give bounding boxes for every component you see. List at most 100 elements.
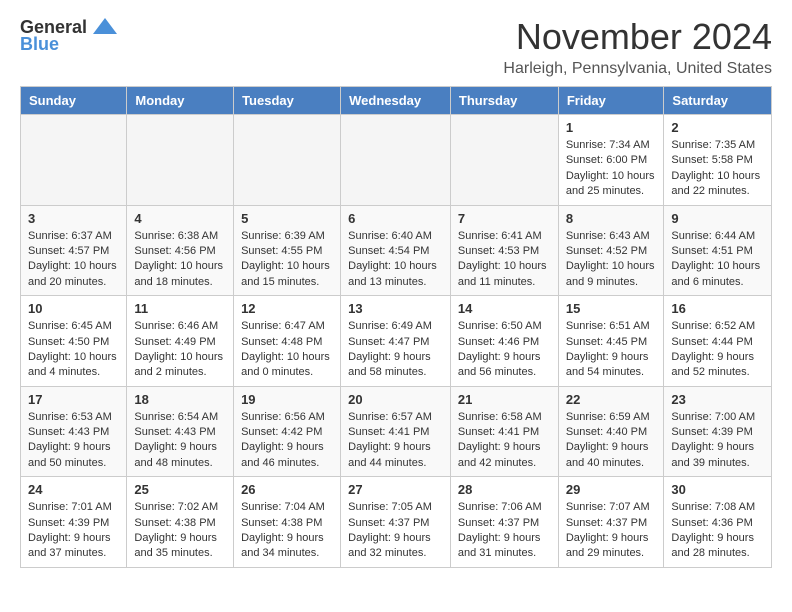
calendar-cell: 13 Sunrise: 6:49 AM Sunset: 4:47 PM Dayli… [341, 296, 451, 387]
day-number: 23 [671, 392, 764, 407]
calendar-cell: 16 Sunrise: 6:52 AM Sunset: 4:44 PM Dayli… [664, 296, 772, 387]
day-info: Sunrise: 6:45 AM Sunset: 4:50 PM Dayligh… [28, 319, 119, 381]
logo-icon [91, 16, 119, 38]
calendar-cell: 3 Sunrise: 6:37 AM Sunset: 4:57 PM Daylig… [21, 205, 127, 296]
weekday-header: Monday [127, 87, 234, 115]
calendar-cell [450, 115, 558, 206]
calendar-week: 17 Sunrise: 6:53 AM Sunset: 4:43 PM Dayli… [21, 386, 772, 477]
day-number: 17 [28, 392, 119, 407]
day-number: 29 [566, 482, 657, 497]
calendar-cell: 25 Sunrise: 7:02 AM Sunset: 4:38 PM Dayli… [127, 477, 234, 568]
calendar-cell: 12Sunrise: 6:47 AM Sunset: 4:48 PM Dayli… [234, 296, 341, 387]
calendar-cell: 11 Sunrise: 6:46 AM Sunset: 4:49 PM Dayli… [127, 296, 234, 387]
day-number: 30 [671, 482, 764, 497]
day-info: Sunrise: 6:56 AM Sunset: 4:42 PM Dayligh… [241, 410, 333, 472]
weekday-header: Thursday [450, 87, 558, 115]
day-info: Sunrise: 7:08 AM Sunset: 4:36 PM Dayligh… [671, 500, 764, 562]
calendar-cell: 30 Sunrise: 7:08 AM Sunset: 4:36 PM Dayli… [664, 477, 772, 568]
day-info: Sunrise: 6:41 AM Sunset: 4:53 PM Dayligh… [458, 229, 551, 291]
page: General Blue November 2024 Harleigh, Pen… [0, 0, 792, 584]
calendar-week: 10 Sunrise: 6:45 AM Sunset: 4:50 PM Dayli… [21, 296, 772, 387]
calendar-cell: 1Sunrise: 7:34 AM Sunset: 6:00 PM Daylig… [558, 115, 664, 206]
day-info: Sunrise: 7:05 AM Sunset: 4:37 PM Dayligh… [348, 500, 443, 562]
calendar-cell: 18 Sunrise: 6:54 AM Sunset: 4:43 PM Dayli… [127, 386, 234, 477]
day-number: 19 [241, 392, 333, 407]
calendar-cell: 24 Sunrise: 7:01 AM Sunset: 4:39 PM Dayli… [21, 477, 127, 568]
day-number: 12 [241, 301, 333, 316]
day-number: 11 [134, 301, 226, 316]
calendar-cell [21, 115, 127, 206]
calendar-cell: 22 Sunrise: 6:59 AM Sunset: 4:40 PM Dayli… [558, 386, 664, 477]
day-number: 13 [348, 301, 443, 316]
day-number: 6 [348, 211, 443, 226]
day-info: Sunrise: 7:01 AM Sunset: 4:39 PM Dayligh… [28, 500, 119, 562]
calendar-cell: 5 Sunrise: 6:39 AM Sunset: 4:55 PM Daylig… [234, 205, 341, 296]
calendar-week: 24 Sunrise: 7:01 AM Sunset: 4:39 PM Dayli… [21, 477, 772, 568]
calendar-cell: 21 Sunrise: 6:58 AM Sunset: 4:41 PM Dayli… [450, 386, 558, 477]
month-title: November 2024 [503, 16, 772, 58]
day-number: 27 [348, 482, 443, 497]
weekday-header: Wednesday [341, 87, 451, 115]
calendar-cell [341, 115, 451, 206]
day-number: 10 [28, 301, 119, 316]
day-info: Sunrise: 6:59 AM Sunset: 4:40 PM Dayligh… [566, 410, 657, 472]
day-info: Sunrise: 6:57 AM Sunset: 4:41 PM Dayligh… [348, 410, 443, 472]
day-info: Sunrise: 7:00 AM Sunset: 4:39 PM Dayligh… [671, 410, 764, 472]
day-info: Sunrise: 6:46 AM Sunset: 4:49 PM Dayligh… [134, 319, 226, 381]
calendar-cell: 28 Sunrise: 7:06 AM Sunset: 4:37 PM Dayli… [450, 477, 558, 568]
calendar-week: 3 Sunrise: 6:37 AM Sunset: 4:57 PM Daylig… [21, 205, 772, 296]
calendar-cell: 7 Sunrise: 6:41 AM Sunset: 4:53 PM Daylig… [450, 205, 558, 296]
calendar-cell: 27 Sunrise: 7:05 AM Sunset: 4:37 PM Dayli… [341, 477, 451, 568]
day-number: 14 [458, 301, 551, 316]
day-info: Sunrise: 6:37 AM Sunset: 4:57 PM Dayligh… [28, 229, 119, 291]
day-info: Sunrise: 7:35 AM Sunset: 5:58 PM Dayligh… [671, 138, 764, 200]
day-number: 28 [458, 482, 551, 497]
day-info: Sunrise: 6:50 AM Sunset: 4:46 PM Dayligh… [458, 319, 551, 381]
day-number: 24 [28, 482, 119, 497]
day-info: Sunrise: 7:04 AM Sunset: 4:38 PM Dayligh… [241, 500, 333, 562]
day-number: 16 [671, 301, 764, 316]
day-number: 25 [134, 482, 226, 497]
calendar-cell: 17 Sunrise: 6:53 AM Sunset: 4:43 PM Dayli… [21, 386, 127, 477]
day-info: Sunrise: 6:54 AM Sunset: 4:43 PM Dayligh… [134, 410, 226, 472]
calendar-week: 1Sunrise: 7:34 AM Sunset: 6:00 PM Daylig… [21, 115, 772, 206]
logo-blue: Blue [20, 34, 59, 55]
day-number: 15 [566, 301, 657, 316]
day-info: Sunrise: 6:52 AM Sunset: 4:44 PM Dayligh… [671, 319, 764, 381]
day-number: 18 [134, 392, 226, 407]
day-info: Sunrise: 7:34 AM Sunset: 6:00 PM Dayligh… [566, 138, 657, 200]
day-info: Sunrise: 7:06 AM Sunset: 4:37 PM Dayligh… [458, 500, 551, 562]
day-number: 3 [28, 211, 119, 226]
day-number: 22 [566, 392, 657, 407]
calendar-cell: 2Sunrise: 7:35 AM Sunset: 5:58 PM Daylig… [664, 115, 772, 206]
day-info: Sunrise: 6:49 AM Sunset: 4:47 PM Dayligh… [348, 319, 443, 381]
day-info: Sunrise: 7:07 AM Sunset: 4:37 PM Dayligh… [566, 500, 657, 562]
weekday-header: Tuesday [234, 87, 341, 115]
calendar-cell: 15 Sunrise: 6:51 AM Sunset: 4:45 PM Dayli… [558, 296, 664, 387]
day-info: Sunrise: 6:43 AM Sunset: 4:52 PM Dayligh… [566, 229, 657, 291]
calendar-cell: 8Sunrise: 6:43 AM Sunset: 4:52 PM Daylig… [558, 205, 664, 296]
weekday-header: Saturday [664, 87, 772, 115]
day-info: Sunrise: 6:53 AM Sunset: 4:43 PM Dayligh… [28, 410, 119, 472]
day-info: Sunrise: 6:44 AM Sunset: 4:51 PM Dayligh… [671, 229, 764, 291]
weekday-header: Friday [558, 87, 664, 115]
calendar-cell: 14 Sunrise: 6:50 AM Sunset: 4:46 PM Dayli… [450, 296, 558, 387]
day-number: 20 [348, 392, 443, 407]
day-number: 7 [458, 211, 551, 226]
day-number: 26 [241, 482, 333, 497]
day-number: 4 [134, 211, 226, 226]
day-info: Sunrise: 7:02 AM Sunset: 4:38 PM Dayligh… [134, 500, 226, 562]
calendar-cell: 29 Sunrise: 7:07 AM Sunset: 4:37 PM Dayli… [558, 477, 664, 568]
calendar-cell: 26 Sunrise: 7:04 AM Sunset: 4:38 PM Dayli… [234, 477, 341, 568]
calendar-cell [234, 115, 341, 206]
day-number: 21 [458, 392, 551, 407]
day-info: Sunrise: 6:39 AM Sunset: 4:55 PM Dayligh… [241, 229, 333, 291]
day-info: Sunrise: 6:40 AM Sunset: 4:54 PM Dayligh… [348, 229, 443, 291]
day-number: 5 [241, 211, 333, 226]
calendar-cell: 4Sunrise: 6:38 AM Sunset: 4:56 PM Daylig… [127, 205, 234, 296]
weekday-header: Sunday [21, 87, 127, 115]
day-info: Sunrise: 6:51 AM Sunset: 4:45 PM Dayligh… [566, 319, 657, 381]
calendar-cell [127, 115, 234, 206]
day-info: Sunrise: 6:58 AM Sunset: 4:41 PM Dayligh… [458, 410, 551, 472]
calendar-table: SundayMondayTuesdayWednesdayThursdayFrid… [20, 86, 772, 568]
